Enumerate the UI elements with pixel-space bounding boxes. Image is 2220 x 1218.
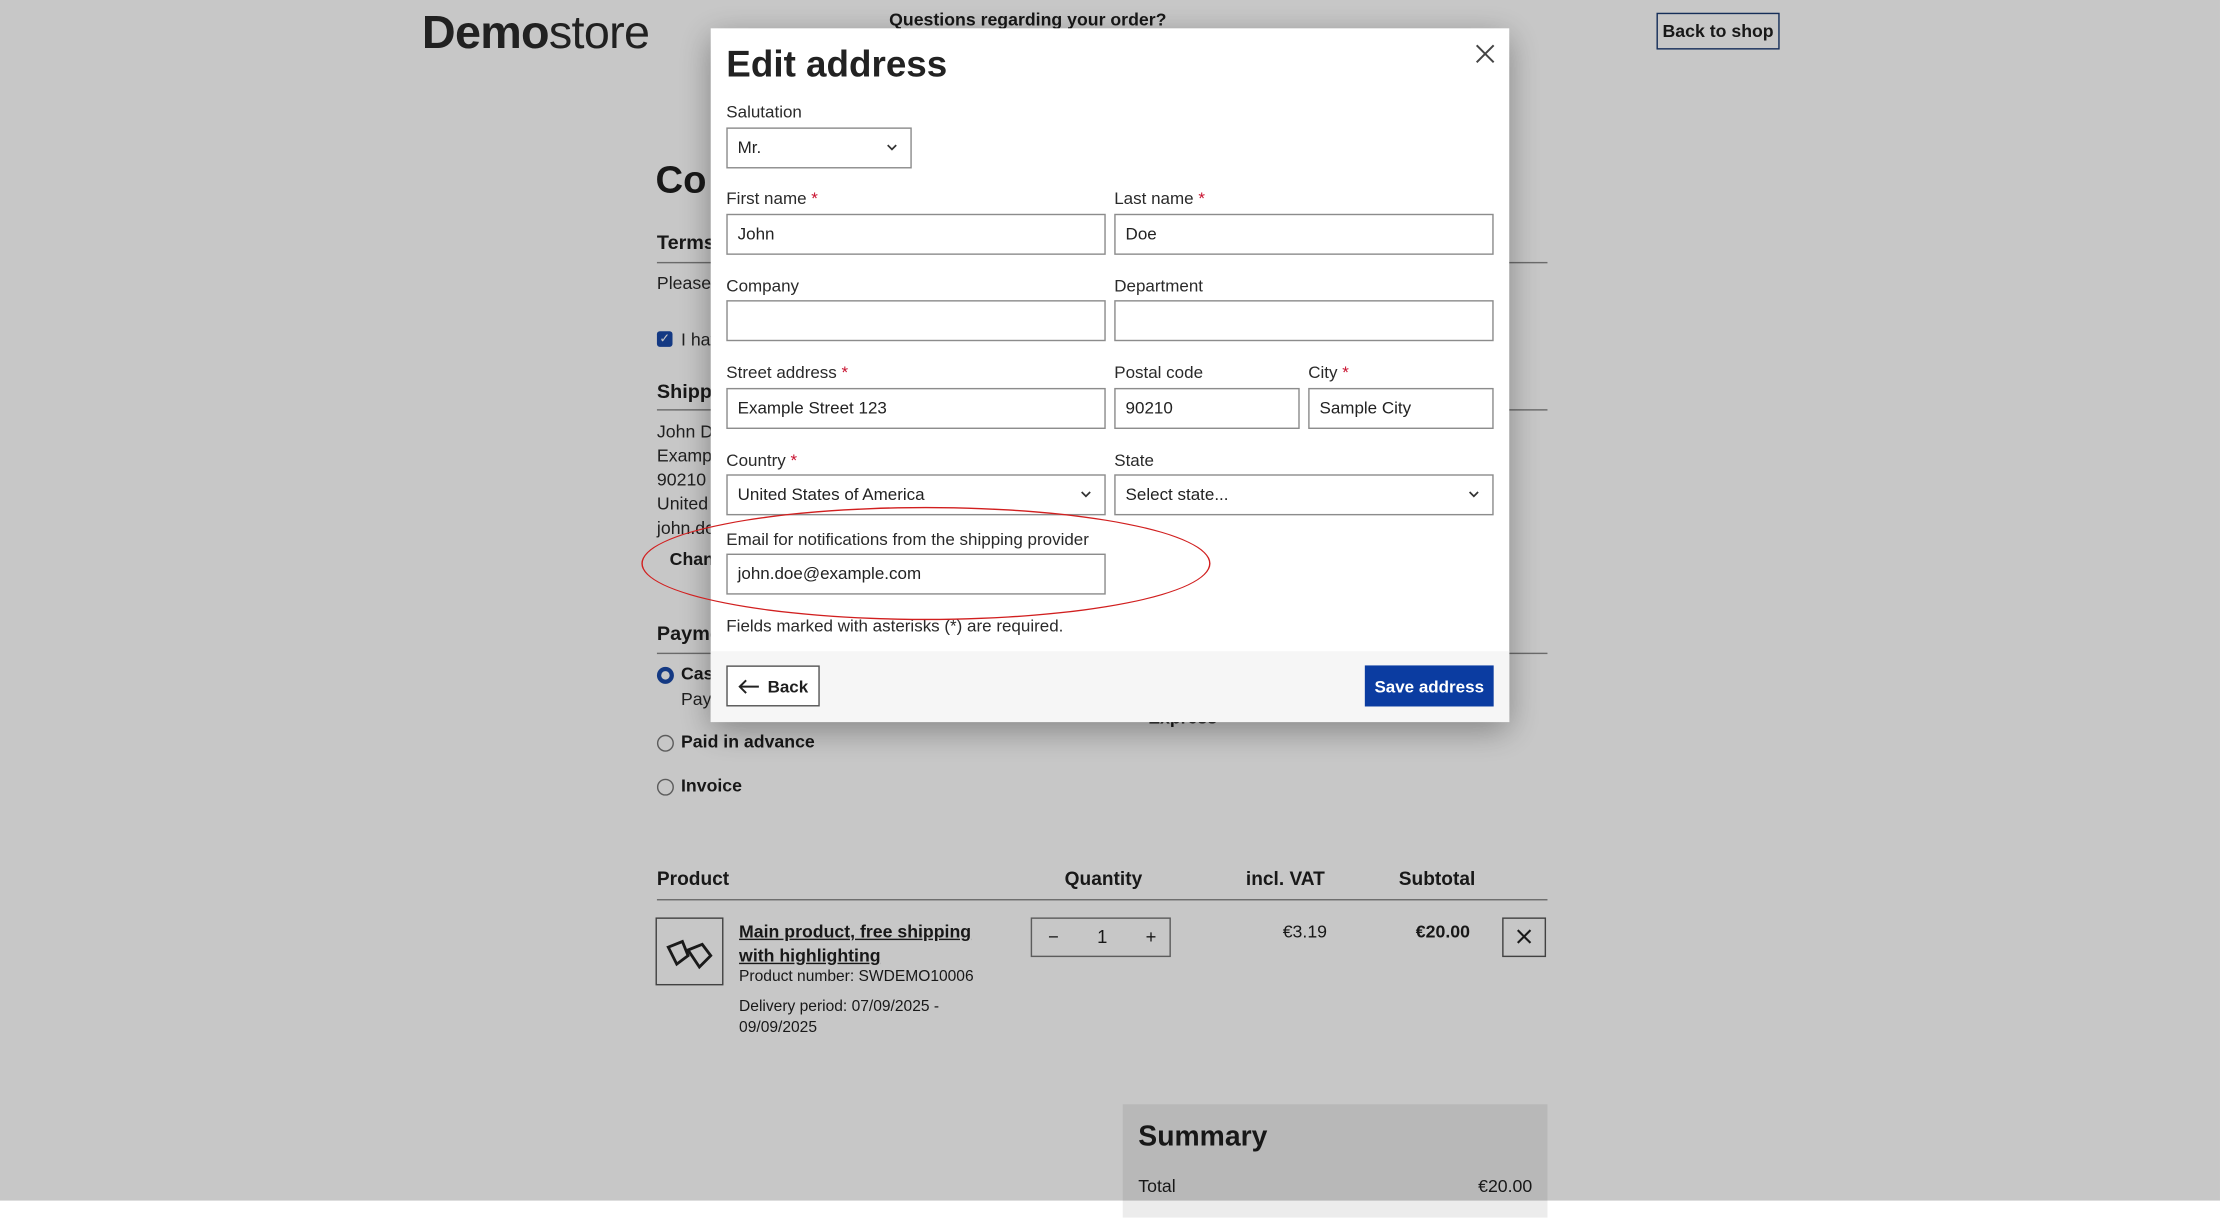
company-field[interactable]: [726, 300, 1106, 342]
department-label: Department: [1114, 276, 1204, 296]
close-icon: [1475, 44, 1495, 63]
modal-footer: Back Save address: [710, 651, 1510, 723]
state-select[interactable]: Select state...: [1114, 474, 1494, 516]
department-field[interactable]: [1114, 300, 1494, 342]
postal-code-label: Postal code: [1114, 362, 1204, 383]
street-field[interactable]: Example Street 123: [726, 387, 1106, 429]
chevron-down-icon: [887, 144, 897, 151]
salutation-select[interactable]: Mr.: [726, 127, 912, 169]
chevron-down-icon: [1468, 491, 1479, 498]
edit-address-modal: Edit address Salutation Mr. First name *…: [710, 28, 1510, 723]
arrow-left-icon: [738, 678, 760, 694]
salutation-label: Salutation: [726, 101, 802, 122]
company-label: Company: [726, 276, 800, 296]
first-name-field[interactable]: John: [726, 213, 1106, 255]
state-label: State: [1114, 450, 1154, 471]
last-name-label: Last name *: [1114, 188, 1205, 209]
close-modal-button[interactable]: [1471, 40, 1499, 68]
last-name-field[interactable]: Doe: [1114, 213, 1494, 255]
modal-title: Edit address: [726, 42, 948, 85]
street-label: Street address *: [726, 362, 849, 383]
save-address-button[interactable]: Save address: [1364, 665, 1494, 707]
country-label: Country *: [726, 450, 798, 471]
postal-code-field[interactable]: 90210: [1114, 387, 1300, 429]
chevron-down-icon: [1081, 491, 1091, 498]
highlight-ellipse: [641, 506, 1211, 621]
city-field[interactable]: Sample City: [1308, 387, 1494, 429]
back-button[interactable]: Back: [726, 665, 820, 707]
city-label: City *: [1308, 362, 1349, 383]
first-name-label: First name *: [726, 188, 818, 209]
